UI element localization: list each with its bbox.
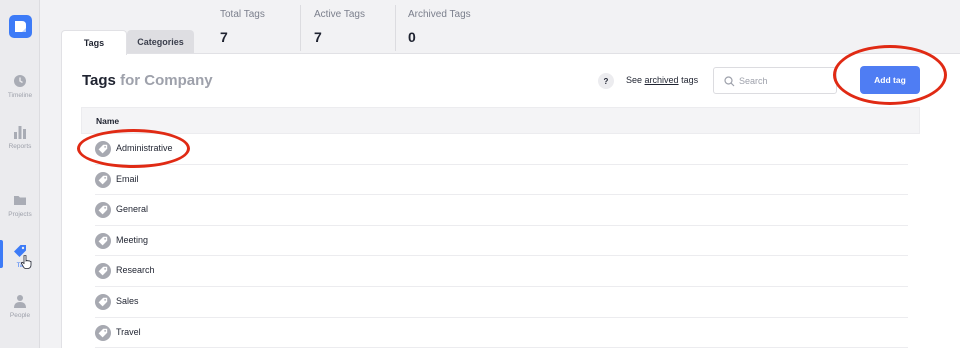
stat-value: 7 xyxy=(220,29,228,45)
tag-icon xyxy=(95,263,111,280)
nav-reports[interactable]: Reports xyxy=(0,125,40,150)
nav-label: Projects xyxy=(8,211,32,218)
stat-label: Active Tags xyxy=(314,9,365,20)
help-button[interactable]: ? xyxy=(598,73,614,89)
table-header: Name xyxy=(81,107,920,134)
page-title-main: Tags xyxy=(82,72,116,89)
search-input[interactable] xyxy=(739,73,829,89)
table-row[interactable]: Email xyxy=(95,165,908,196)
archived-prefix: See xyxy=(626,75,643,85)
nav-people[interactable]: People xyxy=(0,294,40,319)
archived-tags-link[interactable]: See archived tags xyxy=(626,75,698,85)
tag-icon xyxy=(95,232,111,249)
tag-icon xyxy=(95,171,111,188)
tag-icon xyxy=(95,202,111,219)
search-box[interactable] xyxy=(713,67,837,94)
tags-panel: Tags for Company ? See archived tags Add… xyxy=(61,53,960,348)
table-row[interactable]: Meeting xyxy=(95,226,908,257)
annotation-circle-add-tag xyxy=(833,45,947,105)
tab-categories[interactable]: Categories xyxy=(127,30,194,54)
stat-value: 0 xyxy=(408,29,416,45)
tag-icon xyxy=(95,324,111,341)
tag-name[interactable]: General xyxy=(116,204,148,214)
nav-label: Reports xyxy=(8,143,32,150)
tag-name[interactable]: Email xyxy=(116,174,139,184)
nav-label: Ta xyxy=(16,262,24,269)
nav-label: People xyxy=(9,312,31,319)
page-title: Tags for Company xyxy=(82,72,213,89)
table-row[interactable]: Travel xyxy=(95,318,908,348)
folder-icon xyxy=(14,196,26,205)
hand-cursor-icon xyxy=(21,255,32,269)
app-logo[interactable] xyxy=(9,15,32,38)
tag-name[interactable]: Research xyxy=(116,265,155,275)
stat-active-tags: Active Tags 7 xyxy=(302,9,365,51)
archived-link[interactable]: archived xyxy=(645,75,679,85)
bar-chart-icon xyxy=(14,126,26,139)
nav-timeline[interactable]: Timeline xyxy=(0,74,40,99)
tab-tags[interactable]: Tags xyxy=(61,30,127,55)
tag-icon xyxy=(95,294,111,310)
stat-label: Total Tags xyxy=(220,9,265,20)
column-header-name[interactable]: Name xyxy=(96,116,119,126)
annotation-circle-administrative xyxy=(77,129,190,168)
stat-label: Archived Tags xyxy=(408,9,471,20)
stat-value: 7 xyxy=(314,29,322,45)
logo-icon xyxy=(15,21,26,32)
table-row[interactable]: Research xyxy=(95,256,908,287)
table-row[interactable]: General xyxy=(95,195,908,226)
nav-projects[interactable]: Projects xyxy=(0,193,40,218)
table-row[interactable]: Sales xyxy=(95,287,908,318)
tag-name[interactable]: Sales xyxy=(116,296,139,306)
search-icon xyxy=(724,76,735,87)
tag-name[interactable]: Meeting xyxy=(116,235,148,245)
nav-label: Timeline xyxy=(7,92,33,99)
table-row[interactable]: Administrative xyxy=(95,134,908,165)
tag-name[interactable]: Travel xyxy=(116,327,141,337)
nav-tags[interactable]: Ta xyxy=(0,244,40,269)
page-title-subtitle: for Company xyxy=(120,72,213,89)
stat-total-tags: Total Tags 7 xyxy=(208,9,265,51)
stat-archived-tags: Archived Tags 0 xyxy=(396,9,471,51)
person-icon xyxy=(14,295,26,308)
clock-icon xyxy=(14,75,26,87)
stat-divider xyxy=(300,5,301,51)
sidebar: Timeline Reports Projects Ta People xyxy=(0,0,40,348)
archived-suffix: tags xyxy=(681,75,699,85)
